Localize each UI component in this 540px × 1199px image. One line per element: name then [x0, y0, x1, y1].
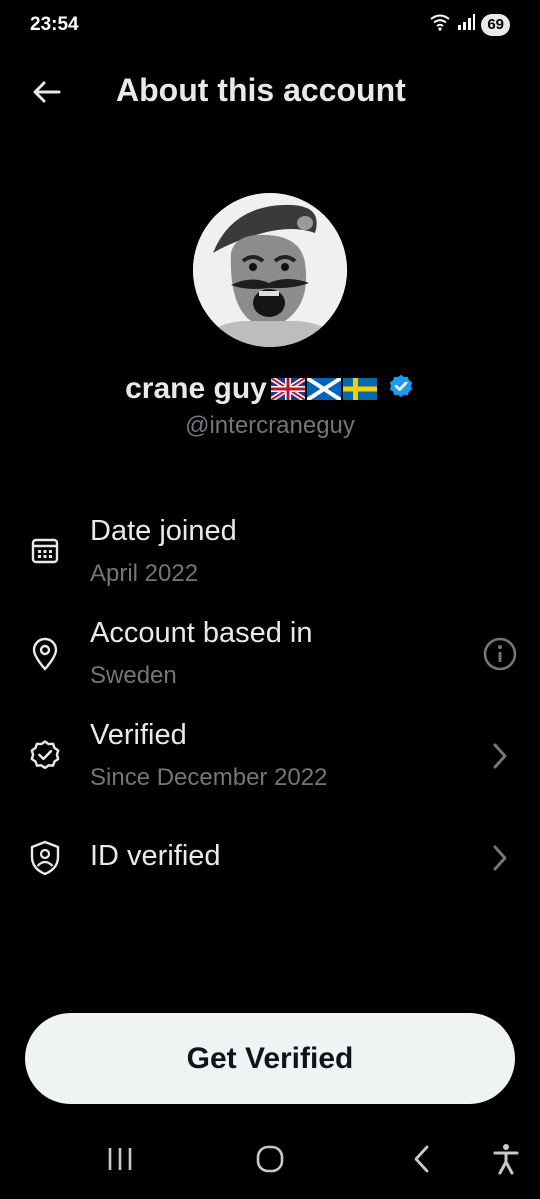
accessibility-button[interactable] [484, 1137, 528, 1181]
get-verified-button[interactable]: Get Verified [25, 1013, 515, 1104]
chevron-left-icon [414, 1145, 429, 1173]
accessibility-icon [493, 1144, 519, 1175]
row-title: Account based in [90, 617, 313, 649]
uk-flag-icon [270, 378, 305, 400]
sweden-flag-icon [342, 378, 377, 400]
back-button[interactable] [22, 74, 70, 110]
status-bar: 23:54 69 [0, 0, 540, 50]
location-pin-icon [27, 636, 63, 672]
home-button[interactable] [248, 1137, 292, 1181]
system-back-button[interactable] [400, 1137, 444, 1181]
display-name: crane guy [125, 372, 267, 405]
row-account-based-in: Account based in Sweden [0, 612, 540, 702]
row-title: ID verified [90, 840, 221, 872]
info-button[interactable] [480, 634, 520, 674]
signal-icon [457, 14, 476, 35]
row-subtitle: April 2022 [90, 560, 199, 587]
info-icon [483, 637, 517, 671]
status-time: 23:54 [30, 14, 79, 35]
row-subtitle: Sweden [90, 662, 177, 689]
battery-indicator: 69 [481, 13, 510, 36]
recent-apps-icon [108, 1148, 132, 1170]
name-row: crane guy [0, 372, 540, 406]
verified-seal-icon [27, 738, 63, 774]
verified-badge-icon[interactable] [387, 373, 415, 406]
page-title: About this account [116, 72, 406, 108]
arrow-left-icon [33, 81, 61, 103]
scotland-flag-icon [306, 378, 341, 400]
header: About this account [0, 60, 540, 124]
row-subtitle: Since December 2022 [90, 764, 328, 791]
home-icon [256, 1145, 284, 1173]
row-verified[interactable]: Verified Since December 2022 [0, 714, 540, 804]
row-id-verified[interactable]: ID verified [0, 830, 540, 886]
handle: @intercraneguy [185, 412, 355, 439]
flags-group [270, 378, 377, 400]
status-icons: 69 [429, 13, 510, 36]
row-title: Verified [90, 719, 187, 751]
chevron-right-icon [480, 736, 520, 776]
row-title: Date joined [90, 515, 237, 547]
calendar-icon [27, 532, 63, 568]
avatar[interactable] [193, 193, 347, 347]
recent-apps-button[interactable] [98, 1137, 142, 1181]
row-date-joined: Date joined April 2022 [0, 510, 540, 600]
chevron-right-icon [480, 838, 520, 878]
avatar-portrait-image [193, 193, 347, 347]
shield-user-icon [27, 840, 63, 876]
system-nav-bar [0, 1119, 540, 1199]
wifi-icon [429, 13, 451, 36]
